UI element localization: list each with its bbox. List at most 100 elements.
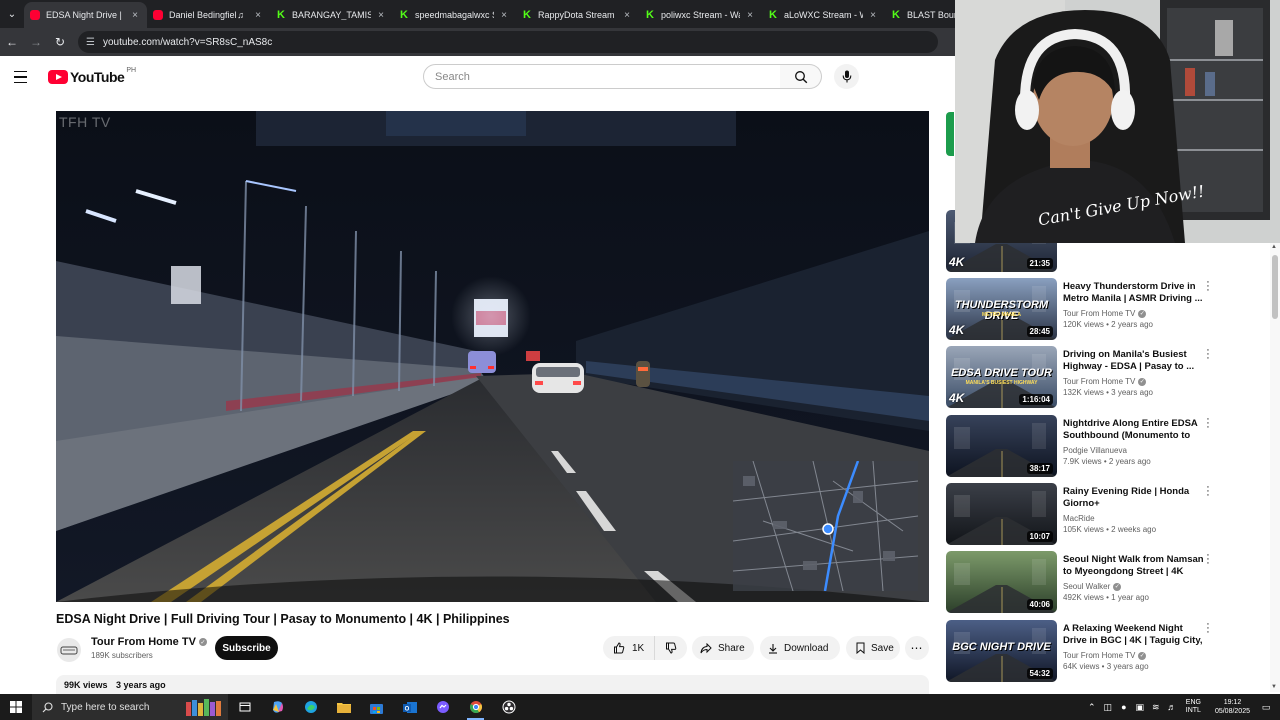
recommendation-item[interactable]: EDSA DRIVE TOUR MANILA'S BUSIEST HIGHWAY 4…: [946, 345, 1268, 408]
reload-icon[interactable]: ↻: [48, 28, 72, 56]
browser-tab[interactable]: Daniel Bedingfiel ♫ ×: [147, 2, 270, 28]
recommendation-item[interactable]: THUNDERSTORM DRIVE METRO MANILA 4K 28:45 Hea…: [946, 277, 1268, 340]
tab-close-icon[interactable]: ×: [498, 10, 510, 21]
volume-icon[interactable]: ♬: [1164, 702, 1180, 712]
video-thumbnail[interactable]: 40:06: [946, 551, 1057, 613]
recommendation-stats: 132K views • 3 years ago: [1063, 388, 1153, 397]
recommendation-item[interactable]: BGC NIGHT DRIVE 54:32 A Relaxing Weekend N…: [946, 619, 1268, 682]
tab-close-icon[interactable]: ×: [867, 10, 879, 21]
obs-studio-icon[interactable]: [492, 694, 525, 720]
wifi-icon[interactable]: ≋: [1148, 702, 1164, 713]
recommendation-title[interactable]: Heavy Thunderstorm Drive in Metro Manila…: [1063, 281, 1206, 305]
download-arrow-icon: [769, 643, 777, 654]
search-icon: [42, 701, 53, 712]
notification-icon[interactable]: ▭: [1258, 702, 1274, 713]
channel-avatar[interactable]: [57, 638, 81, 662]
outlook-icon[interactable]: O: [393, 694, 426, 720]
channel-name-link[interactable]: Tour From Home TV ✓: [91, 636, 207, 648]
search-input[interactable]: Search: [423, 64, 781, 89]
file-explorer-icon[interactable]: [327, 694, 360, 720]
recommendation-stats: 64K views • 3 years ago: [1063, 662, 1149, 671]
monitor-icon[interactable]: ▣: [1132, 702, 1148, 713]
taskbar-clock[interactable]: 19:12 05/08/2025: [1215, 698, 1250, 716]
tab-audio-icon[interactable]: ♫: [237, 10, 244, 20]
share-button[interactable]: Share: [692, 636, 754, 660]
recommendation-channel-name: Seoul Walker: [1063, 582, 1111, 591]
subscribe-button[interactable]: Subscribe: [215, 636, 278, 660]
tab-close-icon[interactable]: ×: [621, 10, 633, 21]
video-thumbnail[interactable]: THUNDERSTORM DRIVE METRO MANILA 4K 28:45: [946, 278, 1057, 340]
recommendation-meta: Rainy Evening Ride | Honda Giorno+ MacRid…: [1063, 486, 1206, 534]
recommendation-channel[interactable]: Tour From Home TV✓: [1063, 309, 1206, 318]
recommendation-channel[interactable]: MacRide: [1063, 514, 1206, 523]
like-button[interactable]: 1K: [603, 636, 655, 660]
youtube-logo[interactable]: YouTube PH: [48, 67, 136, 85]
dislike-button[interactable]: [655, 636, 687, 660]
recommendation-title[interactable]: A Relaxing Weekend Night Drive in BGC | …: [1063, 623, 1206, 647]
tab-close-icon[interactable]: ×: [744, 10, 756, 21]
kebab-menu-icon[interactable]: · · ·: [1203, 345, 1213, 364]
browser-tab[interactable]: Kpoliwxc Stream - Wa ×: [639, 2, 762, 28]
recommendation-item[interactable]: 10:07 Rainy Evening Ride | Honda Giorno+ M…: [946, 482, 1268, 545]
recommendation-item[interactable]: 40:06 Seoul Night Walk from Namsan to Mye…: [946, 550, 1268, 613]
recommendation-channel[interactable]: Podgie Villanueva: [1063, 446, 1206, 455]
recommendation-channel[interactable]: Tour From Home TV✓: [1063, 377, 1206, 386]
recommendation-title[interactable]: Rainy Evening Ride | Honda Giorno+: [1063, 486, 1206, 510]
browser-tab[interactable]: EDSA Night Drive | Fu ×: [24, 2, 147, 28]
address-bar[interactable]: ☰ youtube.com/watch?v=SR8sC_nAS8c: [78, 31, 938, 53]
kebab-menu-icon[interactable]: · · ·: [1203, 277, 1213, 296]
network-icon[interactable]: ◫: [1100, 702, 1116, 713]
chrome-browser-icon[interactable]: [459, 694, 492, 720]
copilot-icon[interactable]: [261, 694, 294, 720]
scrollbar-thumb[interactable]: [1272, 255, 1278, 319]
back-arrow-icon[interactable]: ←: [0, 28, 24, 56]
microphone-icon[interactable]: ●: [1116, 702, 1132, 712]
youtube-wordmark: YouTube: [70, 69, 125, 85]
recommendation-item[interactable]: 38:17 Nightdrive Along Entire EDSA Southb…: [946, 414, 1268, 477]
hamburger-menu-icon[interactable]: [14, 67, 34, 87]
start-button[interactable]: [0, 694, 32, 720]
browser-tab[interactable]: Kspeedmabagalwxc St ×: [393, 2, 516, 28]
tab-search-chevron-icon[interactable]: ⌄: [0, 0, 24, 28]
video-duration: 28:45: [1026, 326, 1053, 337]
video-thumbnail[interactable]: BGC NIGHT DRIVE 54:32: [946, 620, 1057, 682]
recommendation-title[interactable]: Driving on Manila's Busiest Highway - ED…: [1063, 349, 1206, 373]
video-player[interactable]: TFH TV: [56, 111, 929, 602]
task-view-icon[interactable]: [228, 694, 261, 720]
kebab-menu-icon[interactable]: · · ·: [1203, 550, 1213, 569]
microsoft-store-icon[interactable]: [360, 694, 393, 720]
browser-tab-title: poliwxc Stream - Wa: [661, 10, 740, 20]
recommendation-title[interactable]: Seoul Night Walk from Namsan to Myeongdo…: [1063, 554, 1206, 578]
input-language-indicator[interactable]: ENG INTL: [1186, 699, 1201, 715]
taskbar-search-box[interactable]: Type here to search: [32, 694, 228, 720]
recommendation-channel[interactable]: Tour From Home TV✓: [1063, 651, 1206, 660]
kebab-menu-icon[interactable]: · · ·: [1203, 482, 1213, 501]
save-button[interactable]: Save: [846, 636, 900, 660]
more-actions-icon[interactable]: ⋯: [905, 636, 929, 660]
video-thumbnail[interactable]: 38:17: [946, 415, 1057, 477]
browser-tab[interactable]: KaLoWXC Stream - W ×: [762, 2, 885, 28]
voice-search-button[interactable]: [834, 64, 859, 89]
resolution-badge: 4K: [949, 391, 965, 405]
search-button[interactable]: [780, 64, 822, 89]
scroll-up-arrow-icon[interactable]: ▲: [1271, 244, 1277, 250]
video-thumbnail[interactable]: EDSA DRIVE TOUR MANILA'S BUSIEST HIGHWAY 4…: [946, 346, 1057, 408]
messenger-app-icon[interactable]: [426, 694, 459, 720]
tab-close-icon[interactable]: ×: [375, 10, 387, 21]
thumbs-down-icon: [666, 642, 677, 654]
kebab-menu-icon[interactable]: · · ·: [1203, 414, 1213, 433]
forward-arrow-icon[interactable]: →: [24, 28, 48, 56]
browser-tab[interactable]: K RappyDota Stream - ×: [516, 2, 639, 28]
download-button[interactable]: Download: [760, 636, 840, 660]
tray-overflow-chevron-icon[interactable]: ⌃: [1084, 702, 1100, 713]
video-thumbnail[interactable]: 10:07: [946, 483, 1057, 545]
tab-close-icon[interactable]: ×: [129, 10, 141, 21]
site-info-icon[interactable]: ☰: [86, 37, 95, 48]
scroll-down-arrow-icon[interactable]: ▼: [1271, 684, 1277, 690]
edge-browser-icon[interactable]: [294, 694, 327, 720]
kebab-menu-icon[interactable]: · · ·: [1203, 619, 1213, 638]
tab-close-icon[interactable]: ×: [252, 10, 264, 21]
browser-tab[interactable]: K BARANGAY_TAMIS St ×: [270, 2, 393, 28]
recommendation-channel[interactable]: Seoul Walker ✓: [1063, 582, 1206, 591]
recommendation-title[interactable]: Nightdrive Along Entire EDSA Southbound …: [1063, 418, 1206, 442]
